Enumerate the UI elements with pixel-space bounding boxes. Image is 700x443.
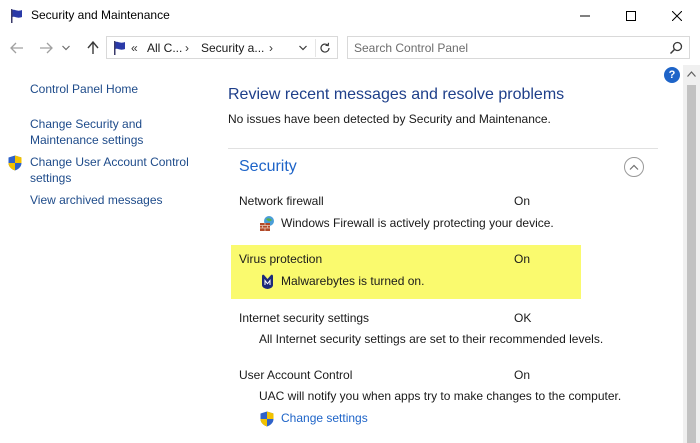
address-bar[interactable]: « All C... › Security a... › [106, 36, 338, 59]
search-input[interactable] [354, 40, 654, 56]
sidebar-item-control-panel-home[interactable]: Control Panel Home [30, 81, 138, 97]
maximize-icon [626, 10, 636, 21]
section-divider [228, 148, 658, 149]
minimize-button[interactable] [562, 0, 608, 31]
page-subtitle: No issues have been detected by Security… [228, 112, 551, 126]
title-bar: Security and Maintenance [0, 0, 700, 31]
maximize-button[interactable] [608, 0, 654, 31]
breadcrumb-separator[interactable]: › [269, 41, 273, 55]
row-desc-network-firewall: Windows Firewall is actively protecting … [281, 216, 554, 230]
recent-locations-button[interactable] [60, 40, 72, 56]
minimize-icon [580, 15, 590, 16]
chevron-up-icon [629, 164, 639, 170]
main-content: Review recent messages and resolve probl… [210, 65, 683, 443]
sidebar: Control Panel Home Change Security and M… [0, 65, 210, 443]
sidebar-item-change-uac-settings[interactable]: Change User Account Control settings [30, 154, 205, 186]
sidebar-item-change-security-settings[interactable]: Change Security and Maintenance settings [30, 116, 200, 148]
refresh-icon [319, 42, 330, 53]
search-icon[interactable] [668, 40, 684, 56]
page-title: Review recent messages and resolve probl… [228, 86, 565, 103]
row-status-virus-protection: On [514, 252, 531, 266]
firewall-icon [260, 216, 274, 231]
security-flag-icon [114, 41, 125, 55]
up-button[interactable] [84, 40, 102, 56]
arrow-right-icon [40, 42, 53, 54]
section-header-security[interactable]: Security [239, 158, 297, 176]
forward-button[interactable] [37, 40, 55, 56]
breadcrumb-separator[interactable]: › [185, 41, 189, 55]
search-box[interactable] [347, 36, 690, 59]
sidebar-item-view-archived-messages[interactable]: View archived messages [30, 192, 163, 208]
row-desc-virus-protection: Malwarebytes is turned on. [281, 274, 425, 288]
malwarebytes-icon [262, 274, 273, 289]
close-button[interactable] [654, 0, 700, 31]
row-label-user-account-control: User Account Control [239, 368, 353, 382]
close-icon [672, 10, 682, 21]
chevron-down-icon [299, 45, 307, 51]
row-desc-internet-security: All Internet security settings are set t… [259, 332, 604, 346]
row-status-network-firewall: On [514, 194, 531, 208]
row-label-network-firewall: Network firewall [239, 194, 324, 208]
breadcrumb-all-control-panel[interactable]: All C... [147, 41, 182, 55]
row-status-internet-security: OK [514, 311, 532, 325]
navigation-bar: « All C... › Security a... › [0, 31, 700, 65]
window-title: Security and Maintenance [31, 8, 170, 22]
row-status-user-account-control: On [514, 368, 531, 382]
uac-shield-icon [8, 155, 22, 171]
breadcrumb-overflow[interactable]: « [131, 41, 138, 55]
address-dropdown-button[interactable] [297, 41, 309, 55]
collapse-security-button[interactable] [624, 157, 644, 177]
security-flag-icon [11, 9, 22, 23]
back-button[interactable] [8, 40, 26, 56]
refresh-button[interactable] [315, 39, 333, 57]
row-desc-user-account-control: UAC will notify you when apps try to mak… [259, 389, 622, 403]
row-label-virus-protection: Virus protection [239, 252, 323, 266]
chevron-down-icon [62, 45, 70, 51]
arrow-left-icon [10, 42, 23, 54]
arrow-up-icon [87, 41, 99, 54]
uac-shield-icon [260, 411, 274, 427]
breadcrumb-security-maintenance[interactable]: Security a... [201, 41, 264, 55]
row-label-internet-security: Internet security settings [239, 311, 370, 325]
scrollbar-thumb[interactable] [687, 85, 696, 443]
vertical-scrollbar[interactable] [683, 65, 700, 443]
change-uac-settings-link[interactable]: Change settings [281, 411, 368, 425]
scroll-up-icon[interactable] [687, 71, 696, 77]
